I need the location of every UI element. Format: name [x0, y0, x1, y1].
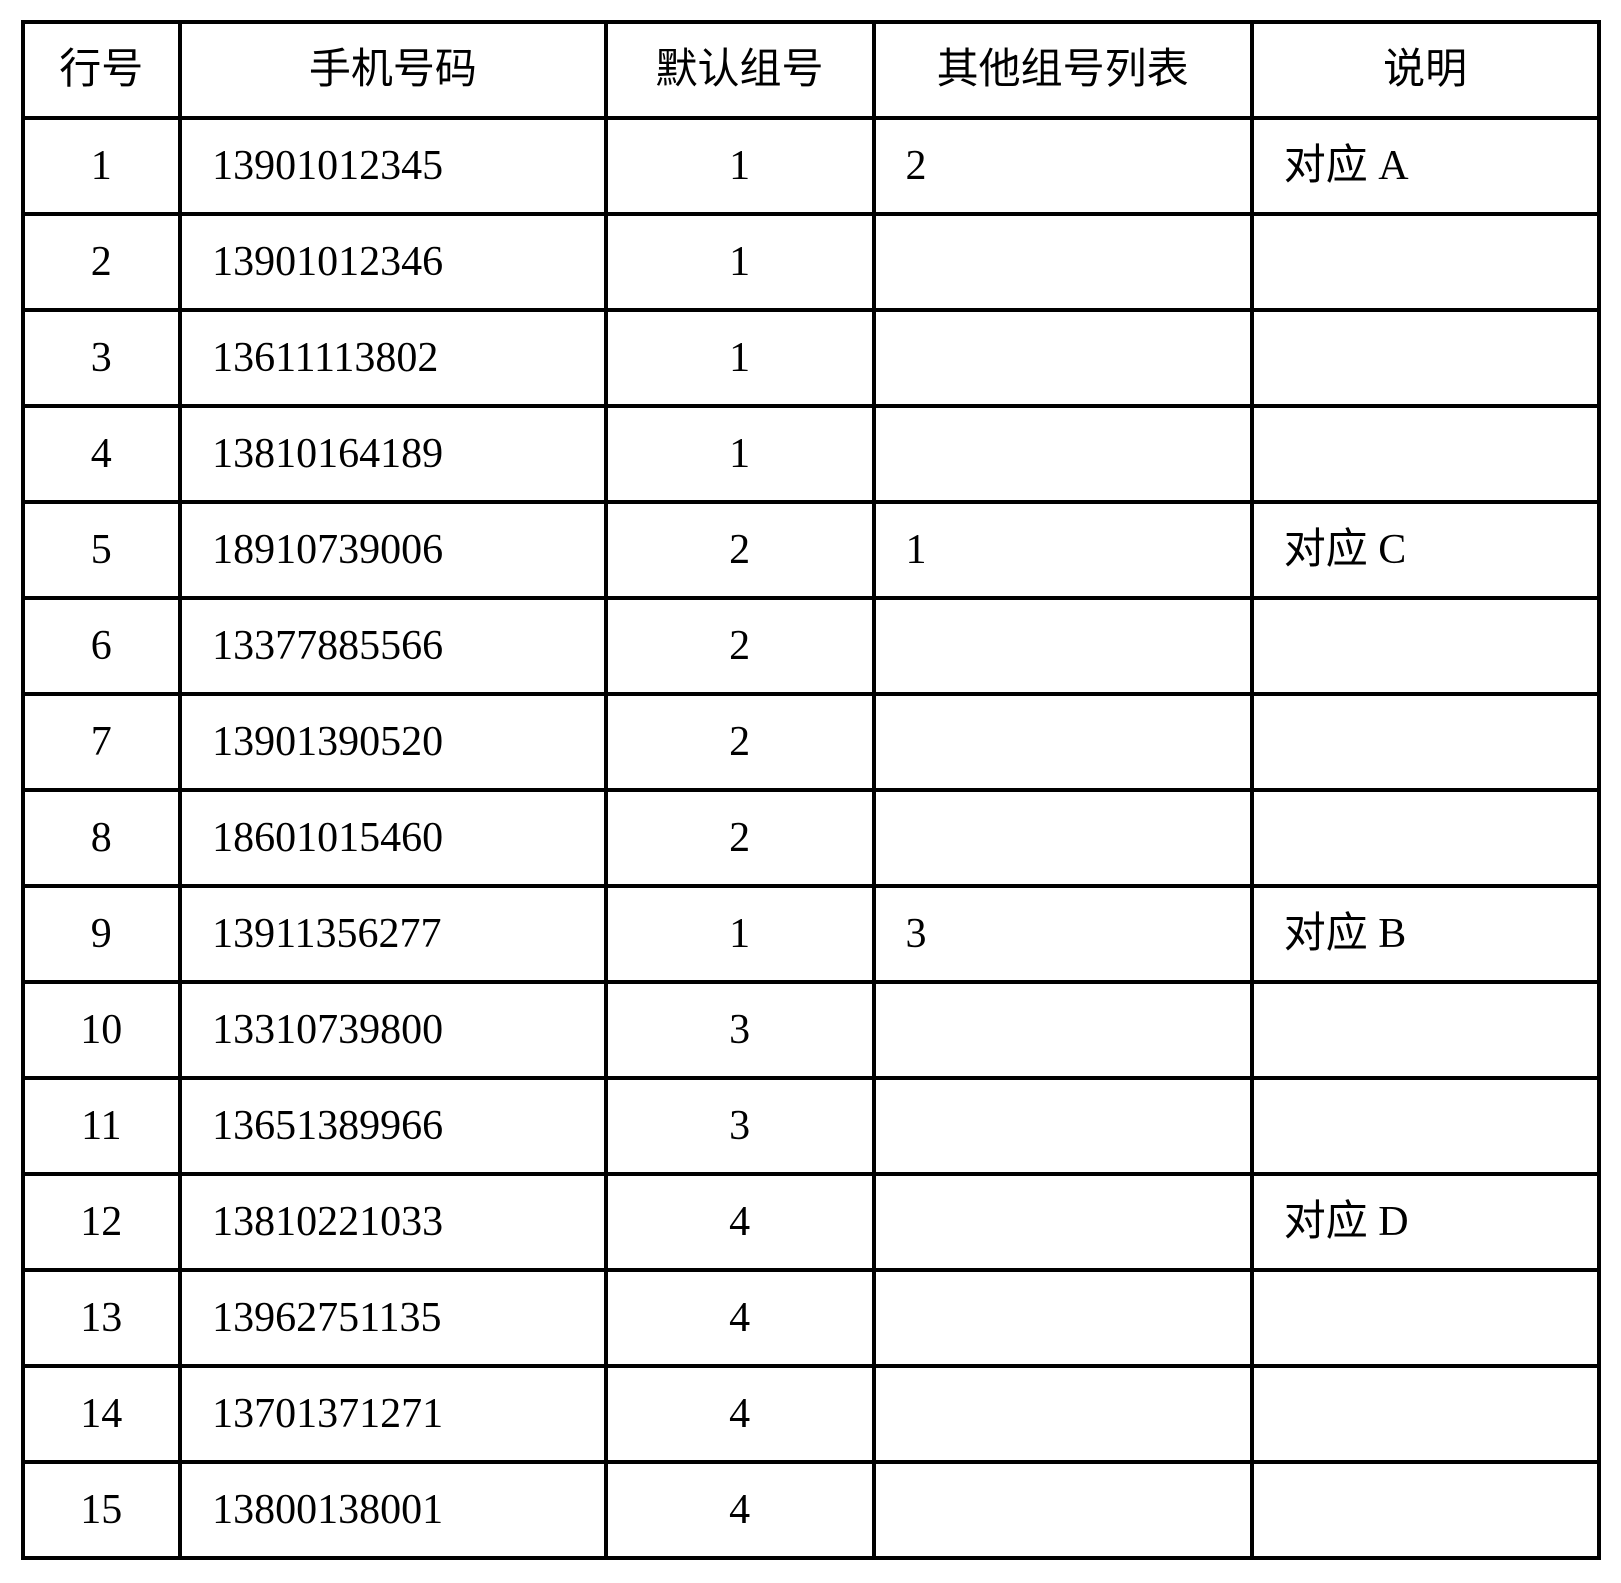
table-row: 2139010123461 [23, 214, 1599, 310]
cell-phone: 13701371271 [180, 1366, 606, 1462]
header-note: 说明 [1252, 22, 1599, 118]
cell-default-group: 1 [606, 118, 874, 214]
cell-default-group: 2 [606, 502, 874, 598]
cell-rownum: 7 [23, 694, 181, 790]
cell-phone: 13611113802 [180, 310, 606, 406]
cell-note [1252, 1078, 1599, 1174]
cell-rownum: 1 [23, 118, 181, 214]
cell-note [1252, 1366, 1599, 1462]
table-row: 7139013905202 [23, 694, 1599, 790]
cell-rownum: 14 [23, 1366, 181, 1462]
cell-other-groups [874, 598, 1252, 694]
cell-note [1252, 310, 1599, 406]
cell-rownum: 15 [23, 1462, 181, 1558]
table-row: 3136111138021 [23, 310, 1599, 406]
table-row: 8186010154602 [23, 790, 1599, 886]
cell-default-group: 1 [606, 886, 874, 982]
table-row: 11136513899663 [23, 1078, 1599, 1174]
cell-rownum: 4 [23, 406, 181, 502]
cell-phone: 18601015460 [180, 790, 606, 886]
cell-default-group: 3 [606, 982, 874, 1078]
cell-other-groups [874, 1462, 1252, 1558]
cell-note [1252, 1270, 1599, 1366]
cell-rownum: 6 [23, 598, 181, 694]
cell-rownum: 5 [23, 502, 181, 598]
cell-rownum: 11 [23, 1078, 181, 1174]
cell-other-groups: 2 [874, 118, 1252, 214]
cell-default-group: 1 [606, 310, 874, 406]
cell-phone: 13310739800 [180, 982, 606, 1078]
cell-other-groups [874, 214, 1252, 310]
cell-note: 对应 D [1252, 1174, 1599, 1270]
cell-other-groups [874, 1270, 1252, 1366]
cell-phone: 13911356277 [180, 886, 606, 982]
table-row: 13139627511354 [23, 1270, 1599, 1366]
cell-default-group: 4 [606, 1270, 874, 1366]
cell-note [1252, 790, 1599, 886]
header-phone: 手机号码 [180, 22, 606, 118]
cell-default-group: 4 [606, 1366, 874, 1462]
cell-rownum: 12 [23, 1174, 181, 1270]
cell-other-groups [874, 790, 1252, 886]
cell-default-group: 4 [606, 1462, 874, 1558]
table-row: 11390101234512对应 A [23, 118, 1599, 214]
table-row: 91391135627713对应 B [23, 886, 1599, 982]
cell-note: 对应 C [1252, 502, 1599, 598]
cell-other-groups [874, 1366, 1252, 1462]
cell-phone: 18910739006 [180, 502, 606, 598]
cell-other-groups [874, 982, 1252, 1078]
table-row: 51891073900621对应 C [23, 502, 1599, 598]
table-body: 11390101234512对应 A2139010123461313611113… [23, 118, 1599, 1558]
cell-phone: 13901012345 [180, 118, 606, 214]
cell-default-group: 3 [606, 1078, 874, 1174]
cell-phone: 13800138001 [180, 1462, 606, 1558]
cell-phone: 13651389966 [180, 1078, 606, 1174]
cell-default-group: 4 [606, 1174, 874, 1270]
cell-phone: 13810164189 [180, 406, 606, 502]
cell-other-groups [874, 694, 1252, 790]
cell-default-group: 1 [606, 406, 874, 502]
table-row: 10133107398003 [23, 982, 1599, 1078]
cell-default-group: 2 [606, 790, 874, 886]
cell-rownum: 9 [23, 886, 181, 982]
table-row: 15138001380014 [23, 1462, 1599, 1558]
cell-phone: 13962751135 [180, 1270, 606, 1366]
cell-other-groups [874, 1174, 1252, 1270]
table-header-row: 行号 手机号码 默认组号 其他组号列表 说明 [23, 22, 1599, 118]
cell-note: 对应 A [1252, 118, 1599, 214]
cell-rownum: 3 [23, 310, 181, 406]
cell-other-groups: 3 [874, 886, 1252, 982]
cell-rownum: 10 [23, 982, 181, 1078]
cell-note [1252, 1462, 1599, 1558]
table-row: 6133778855662 [23, 598, 1599, 694]
cell-other-groups [874, 406, 1252, 502]
cell-note [1252, 694, 1599, 790]
cell-rownum: 8 [23, 790, 181, 886]
cell-default-group: 2 [606, 598, 874, 694]
cell-other-groups [874, 310, 1252, 406]
cell-phone: 13810221033 [180, 1174, 606, 1270]
cell-note [1252, 598, 1599, 694]
cell-note [1252, 214, 1599, 310]
header-rownum: 行号 [23, 22, 181, 118]
cell-phone: 13901012346 [180, 214, 606, 310]
cell-default-group: 2 [606, 694, 874, 790]
cell-note [1252, 982, 1599, 1078]
header-other-groups: 其他组号列表 [874, 22, 1252, 118]
table-row: 4138101641891 [23, 406, 1599, 502]
table-row: 14137013712714 [23, 1366, 1599, 1462]
cell-note: 对应 B [1252, 886, 1599, 982]
data-table: 行号 手机号码 默认组号 其他组号列表 说明 11390101234512对应 … [21, 20, 1601, 1560]
header-default-group: 默认组号 [606, 22, 874, 118]
cell-other-groups: 1 [874, 502, 1252, 598]
cell-rownum: 13 [23, 1270, 181, 1366]
cell-default-group: 1 [606, 214, 874, 310]
cell-phone: 13377885566 [180, 598, 606, 694]
cell-phone: 13901390520 [180, 694, 606, 790]
cell-rownum: 2 [23, 214, 181, 310]
cell-other-groups [874, 1078, 1252, 1174]
table-row: 12138102210334 对应 D [23, 1174, 1599, 1270]
cell-note [1252, 406, 1599, 502]
